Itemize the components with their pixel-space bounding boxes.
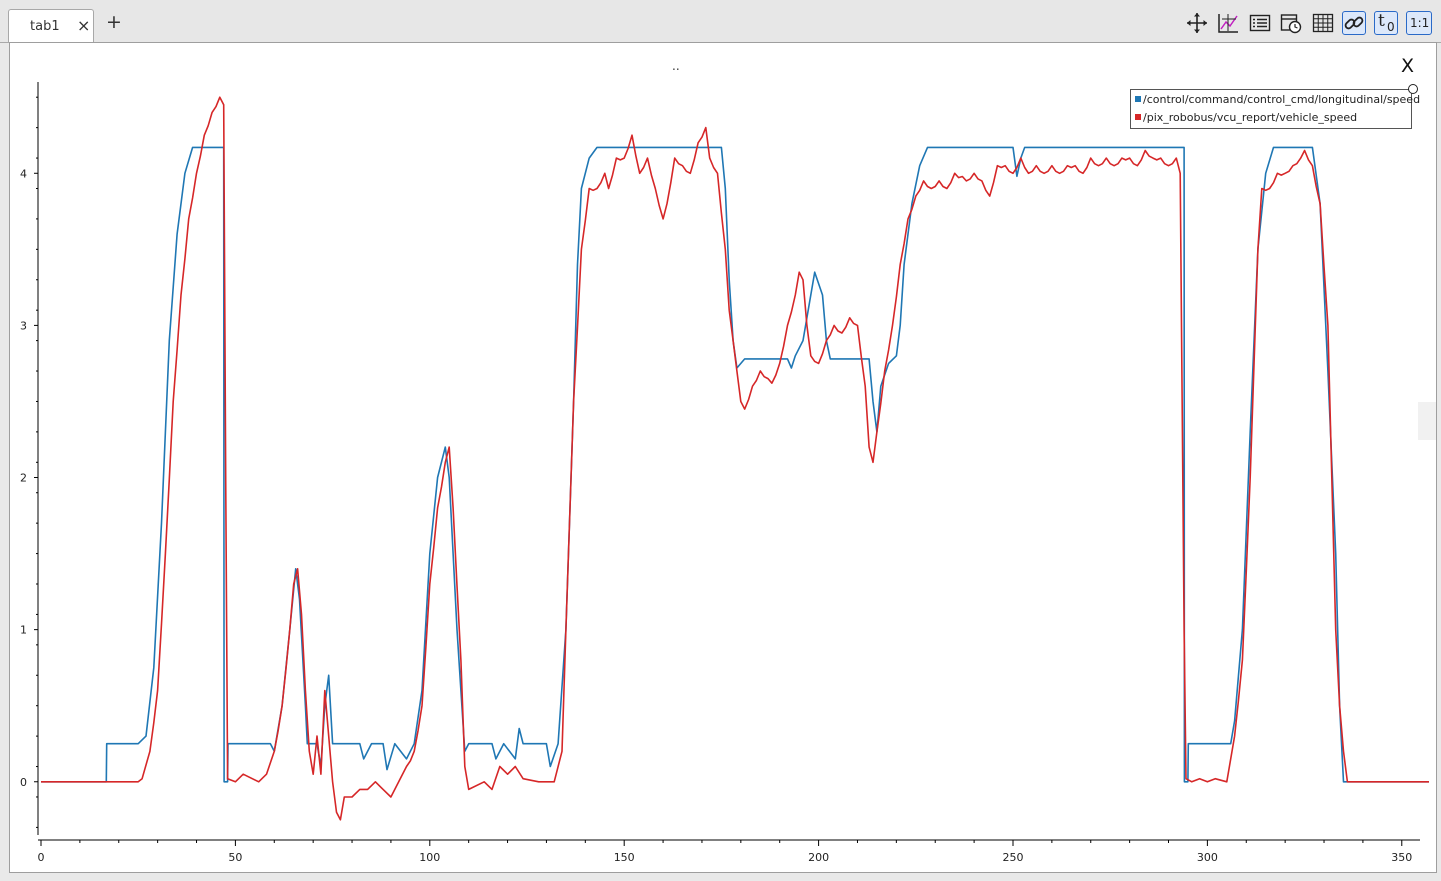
legend-swatch-0 — [1135, 96, 1141, 102]
x-tick-label-2: 100 — [419, 851, 440, 864]
line-chart: 0 1 2 3 4 0 50 100 150 200 250 300 350 — [20, 82, 1429, 864]
legend-label-0: /control/command/control_cmd/longitudina… — [1143, 93, 1421, 106]
series-line-1 — [41, 96, 1429, 821]
x-tick-label-4: 200 — [808, 851, 829, 864]
legend-swatch-1 — [1135, 114, 1141, 120]
series-line-0 — [41, 146, 1429, 783]
x-tick-label-5: 250 — [1002, 851, 1023, 864]
y-tick-label-3: 3 — [20, 319, 27, 332]
legend-entry-0[interactable]: /control/command/control_cmd/longitudina… — [1135, 92, 1420, 108]
y-tick-label-1: 1 — [20, 624, 27, 637]
y-tick-label-2: 2 — [20, 472, 27, 485]
y-tick-label-4: 4 — [20, 167, 27, 180]
legend-resize-handle[interactable] — [1408, 84, 1418, 94]
legend-label-1: /pix_robobus/vcu_report/vehicle_speed — [1143, 111, 1358, 124]
legend-entry-1[interactable]: /pix_robobus/vcu_report/vehicle_speed — [1135, 110, 1357, 126]
legend[interactable]: /control/command/control_cmd/longitudina… — [1130, 89, 1420, 129]
y-tick-label-0: 0 — [20, 776, 27, 789]
x-tick-label-3: 150 — [614, 851, 635, 864]
x-tick-label-7: 350 — [1391, 851, 1412, 864]
x-tick-label-1: 50 — [228, 851, 242, 864]
x-tick-label-0: 0 — [38, 851, 45, 864]
x-tick-label-6: 300 — [1197, 851, 1218, 864]
